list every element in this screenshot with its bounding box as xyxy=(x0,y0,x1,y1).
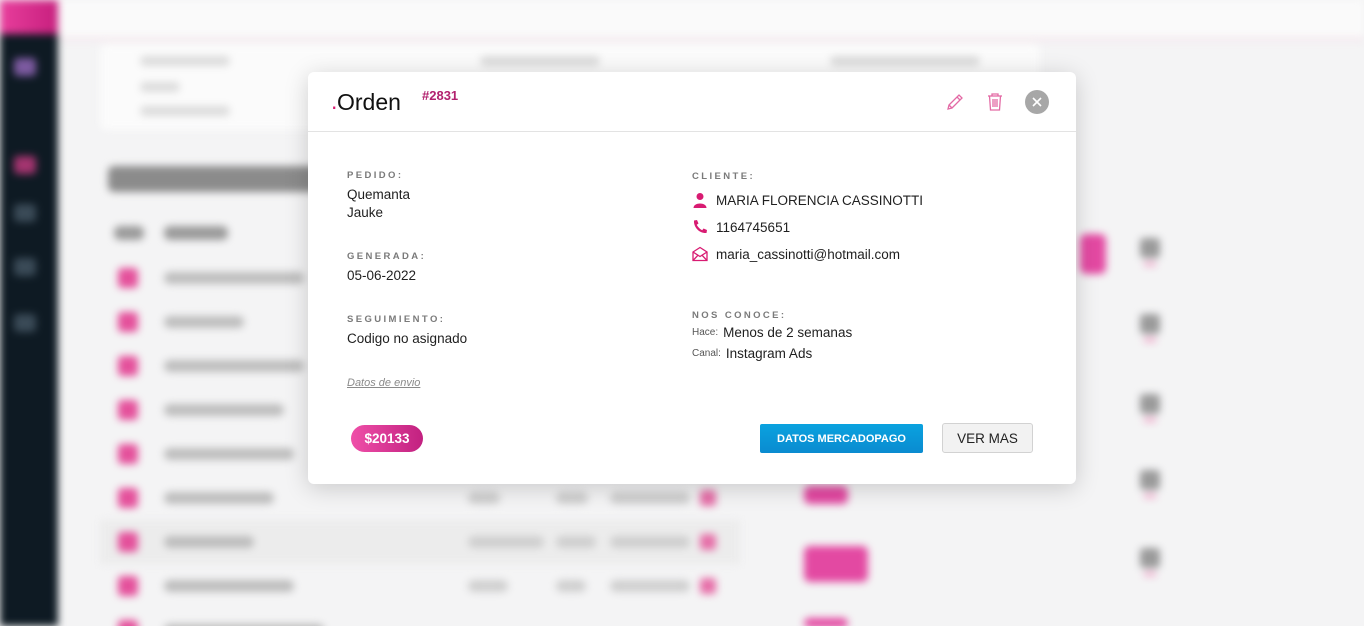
seguimiento-label: SEGUIMIENTO: xyxy=(347,314,446,325)
ver-mas-button[interactable]: VER MAS xyxy=(942,423,1033,453)
row-action-button[interactable] xyxy=(1140,470,1160,498)
sidebar-item[interactable] xyxy=(14,204,36,222)
envelope-icon xyxy=(692,246,708,262)
close-icon[interactable] xyxy=(1025,90,1049,114)
table-row[interactable] xyxy=(100,564,740,608)
order-total-badge: $20133 xyxy=(351,425,423,452)
sidebar-item[interactable] xyxy=(14,258,36,276)
pedido-item: Quemanta xyxy=(347,187,411,202)
client-name: MARIA FLORENCIA CASSINOTTI xyxy=(716,192,924,208)
canal-row: Canal: Instagram Ads xyxy=(692,346,812,361)
status-badge xyxy=(804,546,868,582)
table-header xyxy=(114,226,144,240)
modal-header: . Orden #2831 xyxy=(308,72,1076,132)
sidebar-item[interactable] xyxy=(14,58,36,76)
table-row[interactable] xyxy=(100,520,740,564)
row-action-button[interactable] xyxy=(1140,394,1160,422)
row-action-button[interactable] xyxy=(1140,314,1160,342)
generada-value: 05-06-2022 xyxy=(347,268,417,283)
app-logo xyxy=(0,0,58,34)
pedido-label: PEDIDO: xyxy=(347,170,404,181)
status-badge xyxy=(804,486,848,504)
datos-envio-link[interactable]: Datos de envio xyxy=(347,377,420,389)
hace-row: Hace: Menos de 2 semanas xyxy=(692,325,852,340)
canal-value: Instagram Ads xyxy=(725,346,813,361)
hace-value: Menos de 2 semanas xyxy=(723,325,853,340)
client-phone: 1164745651 xyxy=(716,219,791,235)
order-modal: . Orden #2831 PEDIDO: Quemanta Jauke GEN… xyxy=(308,72,1076,484)
modal-title: Orden xyxy=(337,89,401,115)
datos-mercadopago-button[interactable]: DATOS MERCADOPAGO xyxy=(760,424,923,453)
table-row[interactable] xyxy=(100,608,740,626)
sidebar-item[interactable] xyxy=(14,156,36,174)
sidebar xyxy=(0,0,58,626)
section-title xyxy=(108,166,328,192)
cliente-label: CLIENTE: xyxy=(692,171,756,182)
hace-label: Hace: xyxy=(692,327,719,338)
order-number: #2831 xyxy=(422,88,459,103)
row-action-button[interactable] xyxy=(1140,238,1160,266)
pencil-icon[interactable] xyxy=(944,91,966,113)
top-bar xyxy=(58,0,1364,40)
nos-conoce-label: NOS CONOCE: xyxy=(692,310,787,321)
client-email-row: maria_cassinotti@hotmail.com xyxy=(692,246,900,262)
status-badge xyxy=(804,618,848,626)
generada-label: GENERADA: xyxy=(347,251,427,262)
phone-icon xyxy=(693,220,707,234)
client-phone-row: 1164745651 xyxy=(692,219,790,235)
client-email: maria_cassinotti@hotmail.com xyxy=(716,246,901,262)
table-header xyxy=(164,226,228,240)
status-badge xyxy=(1080,234,1106,274)
trash-icon[interactable] xyxy=(984,91,1006,113)
row-action-button[interactable] xyxy=(1140,548,1160,576)
seguimiento-value: Codigo no asignado xyxy=(347,331,468,346)
person-icon xyxy=(693,193,707,208)
sidebar-item[interactable] xyxy=(14,314,36,332)
canal-label: Canal: xyxy=(692,348,721,359)
pedido-item: Jauke xyxy=(347,205,384,220)
client-name-row: MARIA FLORENCIA CASSINOTTI xyxy=(692,192,923,208)
